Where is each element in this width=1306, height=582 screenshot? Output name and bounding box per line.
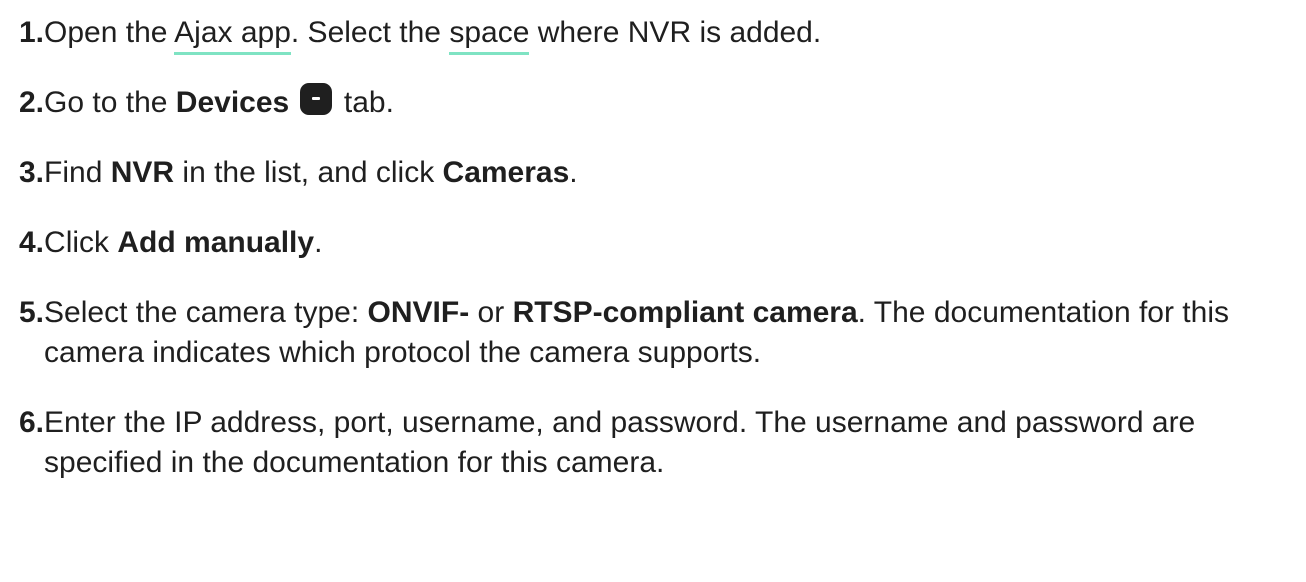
step-number: 3. [19, 156, 45, 189]
instruction-steps: 1. Open the Ajax app. Select the space w… [0, 0, 1306, 582]
step-text-part: Enter the IP address, port, username, an… [44, 406, 1196, 479]
onvif-label: ONVIF- [367, 296, 470, 329]
step-text-part: Go to the [44, 86, 176, 119]
step-4: 4. Click Add manually. [19, 223, 1306, 263]
step-5: 5. Select the camera type: ONVIF- or RTS… [19, 293, 1306, 373]
step-text: Open the Ajax app. Select the space wher… [44, 13, 1306, 55]
step-text-part: Open the [44, 16, 175, 49]
space-link[interactable]: space [449, 16, 530, 55]
ajax-app-link[interactable]: Ajax app [174, 16, 291, 55]
step-text-part: . [314, 226, 323, 259]
step-text-part: where NVR is added. [529, 16, 822, 49]
step-number: 2. [19, 86, 45, 119]
step-1: 1. Open the Ajax app. Select the space w… [19, 13, 1306, 55]
step-number: 4. [19, 226, 45, 259]
devices-tab-icon [299, 83, 332, 115]
step-text-part: Find [44, 156, 111, 189]
step-text-part: in the list, and click [174, 156, 443, 189]
step-3: 3. Find NVR in the list, and click Camer… [19, 153, 1306, 193]
step-text-part: Click [44, 226, 118, 259]
cameras-label: Cameras [442, 156, 570, 189]
step-6: 6. Enter the IP address, port, username,… [19, 403, 1306, 483]
devices-label: Devices [175, 86, 290, 119]
step-text: Find NVR in the list, and click Cameras. [44, 153, 1306, 193]
nvr-label: NVR [110, 156, 175, 189]
step-number: 1. [19, 16, 45, 49]
step-text: Select the camera type: ONVIF- or RTSP-c… [44, 293, 1306, 373]
step-text-part: . Select the [290, 16, 450, 49]
step-text-part: . [569, 156, 578, 189]
step-text-part: tab. [335, 86, 394, 119]
step-text: Click Add manually. [44, 223, 1306, 263]
step-text: Enter the IP address, port, username, an… [44, 403, 1306, 483]
step-text: Go to the Devices tab. [44, 83, 1306, 123]
step-2: 2. Go to the Devices tab. [19, 83, 1306, 123]
step-text-part: or [469, 296, 513, 329]
step-number: 5. [19, 296, 45, 329]
add-manually-label: Add manually [117, 226, 315, 259]
rtsp-label: RTSP-compliant camera [512, 296, 858, 329]
step-text-part: Select the camera type: [44, 296, 368, 329]
step-number: 6. [19, 406, 45, 439]
